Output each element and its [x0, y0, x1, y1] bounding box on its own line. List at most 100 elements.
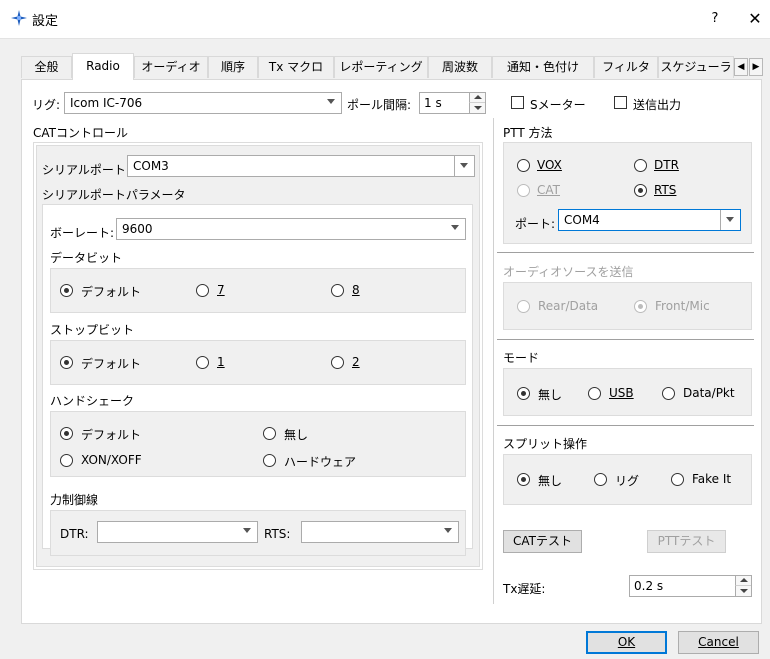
split-title: スプリット操作 — [503, 437, 588, 451]
mode-usb-label: USB — [609, 386, 634, 400]
rig-value: Icom IC-706 — [70, 96, 143, 110]
data-bits-8-label: 8 — [352, 283, 360, 297]
ok-button[interactable]: OK — [586, 631, 667, 654]
ptt-dtr-radio[interactable] — [634, 159, 647, 172]
tab-scroll-right-button[interactable]: ▶ — [749, 58, 763, 76]
separator — [497, 252, 754, 253]
chevron-down-icon — [444, 528, 452, 533]
control-lines-title: 力制御線 — [50, 493, 99, 507]
serial-port-label: シリアルポート: — [42, 163, 130, 177]
tx-delay-value: 0.2 s — [634, 579, 664, 593]
data-bits-default-radio[interactable] — [60, 284, 73, 297]
audio-rear-radio[interactable] — [517, 300, 530, 313]
close-button[interactable]: ✕ — [740, 7, 770, 31]
poll-interval-spinbox[interactable]: 1 s — [419, 92, 486, 114]
stop-bits-2-radio[interactable] — [331, 356, 344, 369]
serial-port-select[interactable]: COM3 — [127, 155, 475, 177]
ptt-rts-radio[interactable] — [634, 184, 647, 197]
handshake-xonxoff-radio[interactable] — [60, 454, 73, 467]
baud-rate-select[interactable]: 9600 — [116, 218, 466, 240]
data-bits-7-radio[interactable] — [196, 284, 209, 297]
ptt-port-value: COM4 — [564, 213, 600, 227]
tab-sequence[interactable]: 順序 — [208, 56, 258, 78]
stop-bits-title: ストップビット — [50, 323, 135, 337]
tab-filters[interactable]: フィルタ — [594, 56, 658, 78]
stop-bits-1-radio[interactable] — [196, 356, 209, 369]
handshake-title: ハンドシェーク — [50, 394, 135, 408]
spin-down-icon[interactable] — [735, 586, 751, 596]
baud-rate-label: ボーレート: — [50, 226, 115, 240]
chevron-down-icon — [451, 225, 459, 230]
handshake-group — [50, 411, 466, 477]
spin-up-icon[interactable] — [469, 93, 485, 103]
split-fake-radio[interactable] — [671, 473, 684, 486]
ptt-dtr-label: DTR — [654, 158, 679, 172]
ptt-port-select[interactable]: COM4 — [558, 209, 741, 231]
rts-select[interactable] — [301, 521, 459, 543]
rig-select[interactable]: Icom IC-706 — [64, 92, 342, 114]
data-bits-7-label: 7 — [217, 283, 225, 297]
tx-power-label: 送信出力 — [633, 98, 682, 112]
handshake-none-radio[interactable] — [263, 427, 276, 440]
rig-label: リグ: — [32, 98, 61, 112]
tx-delay-spinbox[interactable]: 0.2 s — [629, 575, 752, 597]
tab-notifications[interactable]: 通知・色付け — [492, 56, 594, 78]
ptt-method-title: PTT 方法 — [503, 126, 553, 140]
mode-title: モード — [503, 351, 540, 365]
tab-scroll-left-button[interactable]: ◀ — [734, 58, 748, 76]
mode-none-radio[interactable] — [517, 387, 530, 400]
split-rig-radio[interactable] — [594, 473, 607, 486]
dtr-select[interactable] — [97, 521, 258, 543]
vertical-separator — [493, 118, 494, 604]
tab-tx-macros[interactable]: Tx マクロ — [258, 56, 334, 78]
smeter-checkbox[interactable] — [511, 96, 524, 109]
handshake-none-label: 無し — [284, 428, 309, 442]
split-none-radio[interactable] — [517, 473, 530, 486]
tab-reporting[interactable]: レポーティング — [334, 56, 428, 78]
ptt-vox-label: VOX — [537, 158, 562, 172]
poll-interval-label: ポール間隔: — [347, 98, 412, 112]
handshake-default-label: デフォルト — [81, 428, 142, 442]
ptt-rts-label: RTS — [654, 183, 677, 197]
rts-label: RTS: — [264, 527, 291, 541]
help-button[interactable]: ? — [700, 7, 730, 31]
ptt-test-button[interactable]: PTTテスト — [647, 530, 726, 553]
stop-bits-default-radio[interactable] — [60, 356, 73, 369]
data-bits-8-radio[interactable] — [331, 284, 344, 297]
handshake-hardware-label: ハードウェア — [284, 455, 357, 469]
window-title: 設定 — [32, 14, 59, 29]
cat-test-button[interactable]: CATテスト — [503, 530, 582, 553]
baud-rate-value: 9600 — [122, 222, 153, 236]
audio-rear-label: Rear/Data — [538, 299, 599, 313]
title-bar: 設定 ? ✕ — [0, 0, 770, 38]
handshake-default-radio[interactable] — [60, 427, 73, 440]
mode-data-label: Data/Pkt — [683, 386, 735, 400]
serial-port-value: COM3 — [133, 159, 169, 173]
dtr-label: DTR: — [60, 527, 89, 541]
chevron-down-icon — [460, 163, 468, 168]
ptt-cat-label: CAT — [537, 183, 560, 197]
tab-scheduler[interactable]: スケジューラ — [658, 56, 734, 78]
tx-delay-label: Tx遅延: — [503, 582, 546, 596]
ptt-port-label: ポート: — [515, 217, 556, 231]
tab-radio[interactable]: Radio — [72, 53, 134, 80]
ptt-cat-radio[interactable] — [517, 184, 530, 197]
cancel-button[interactable]: Cancel — [678, 631, 759, 654]
tab-audio[interactable]: オーディオ — [134, 56, 208, 78]
separator — [497, 425, 754, 426]
chevron-down-icon — [243, 528, 251, 533]
tab-general[interactable]: 全般 — [21, 56, 72, 78]
spin-up-icon[interactable] — [735, 576, 751, 586]
mode-usb-radio[interactable] — [588, 387, 601, 400]
mode-data-radio[interactable] — [662, 387, 675, 400]
ptt-vox-radio[interactable] — [517, 159, 530, 172]
spin-down-icon[interactable] — [469, 103, 485, 113]
split-fake-label: Fake It — [692, 472, 732, 486]
handshake-hardware-radio[interactable] — [263, 454, 276, 467]
split-none-label: 無し — [538, 474, 563, 488]
mode-none-label: 無し — [538, 388, 563, 402]
tx-power-checkbox[interactable] — [614, 96, 627, 109]
handshake-xonxoff-label: XON/XOFF — [81, 453, 142, 467]
tab-frequencies[interactable]: 周波数 — [428, 56, 492, 78]
audio-front-radio[interactable] — [634, 300, 647, 313]
